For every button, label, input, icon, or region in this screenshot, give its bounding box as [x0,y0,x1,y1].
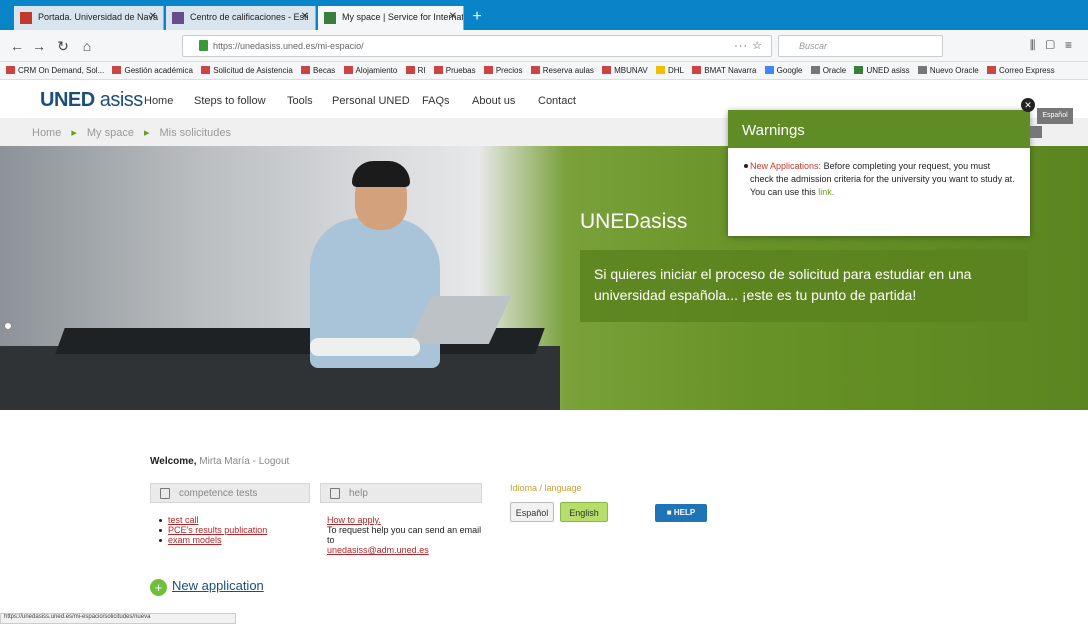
new-application-link[interactable]: + New application [150,578,264,596]
tab-title: Centro de calificaciones - Esti [190,12,309,22]
close-tab-icon[interactable]: ✕ [301,11,309,22]
bookmark-item[interactable]: MBUNAV [602,66,648,75]
papers-shape [310,338,420,356]
close-tab-icon[interactable]: ✕ [449,11,457,22]
favicon-icon [172,12,184,24]
help-header: help [320,483,482,503]
bookmark-item[interactable]: Correo Express [987,66,1055,75]
warnings-body: New Applications: Before completing your… [728,148,1030,199]
competence-tests-header: competence tests [150,483,310,503]
favicon-icon [324,12,336,24]
hero-title: UNEDasiss [580,210,688,233]
hero-floor [0,346,560,410]
browser-tab-my-space[interactable]: My space | Service for Internat ✕ [318,6,464,30]
browser-tab-calificaciones[interactable]: Centro de calificaciones - Esti ✕ [166,6,316,30]
new-tab-icon[interactable]: + [468,9,486,27]
competence-links: test call PCE's results publication exam… [158,515,267,545]
welcome-line: Welcome, Mirta María - Logout [150,456,289,467]
lang-english-button[interactable]: English [560,502,608,522]
bookmark-item[interactable]: Becas [301,66,335,75]
help-button-label: HELP [673,508,696,517]
bookmark-item[interactable]: UNED asiss [854,66,910,75]
tab-strip: Portada. Universidad de Nava ✕ Centro de… [0,0,1088,30]
bookmark-item[interactable]: Nuevo Oracle [917,66,979,75]
link-results[interactable]: PCE's results publication [158,525,267,535]
lang-espanol-button[interactable]: Español [510,502,554,522]
bookmark-item[interactable]: Alojamiento [343,66,397,75]
video-icon: ■ [666,508,674,517]
browser-tab-portada[interactable]: Portada. Universidad de Nava ✕ [14,6,164,30]
lock-icon [199,40,208,51]
help-title: help [349,488,368,499]
search-input[interactable]: Buscar [778,35,943,57]
forward-icon[interactable]: → [30,37,48,55]
link-test-call[interactable]: test call [158,515,267,525]
search-placeholder: Buscar [799,41,828,51]
student-hair [352,161,410,187]
help-content: How to apply. To request help you can se… [327,515,487,555]
document-icon [330,488,340,499]
user-name: Mirta María [199,456,250,467]
warning-highlight: New Applications: [750,161,822,171]
bookmark-item[interactable]: Oracle [810,66,846,75]
help-button[interactable]: ■ HELP [655,504,707,522]
language-tag[interactable]: Español [1037,108,1073,124]
warnings-popup: Warnings New Applications: Before comple… [728,110,1030,236]
home-icon[interactable]: ⌂ [78,37,96,55]
nav-about[interactable]: About us [472,95,515,107]
favicon-icon [20,12,32,24]
language-tag-icon [1030,126,1042,138]
how-to-apply-link[interactable]: How to apply. [327,515,487,525]
bookmark-item[interactable]: RI [405,66,426,75]
document-icon [160,488,170,499]
help-email-link[interactable]: unedasiss@adm.uned.es [327,545,487,555]
breadcrumb-current: Mis solicitudes [159,127,232,139]
back-icon[interactable]: ← [8,37,26,55]
bookmark-item[interactable]: Solicitud de Asistencia [201,66,293,75]
warnings-title: Warnings [728,110,1030,148]
reload-icon[interactable]: ↻ [54,37,72,55]
nav-contact[interactable]: Contact [538,95,576,107]
status-bar: https://unedasiss.uned.es/mi-espacio/sol… [0,613,236,624]
nav-faqs[interactable]: FAQs [422,95,450,107]
language-label: Idioma / language [510,483,582,493]
logout-link[interactable]: - Logout [253,456,290,467]
bookmark-item[interactable]: CRM On Demand, Sol... [6,66,104,75]
toolbar-icons[interactable]: ⫼▢≡ [1030,38,1082,53]
bookmark-item[interactable]: Gestión académica [112,66,193,75]
nav-home[interactable]: Home [144,95,173,107]
help-text: To request help you can send an email to [327,525,482,545]
page-actions-icon[interactable]: ··· ☆ [734,39,763,52]
bookmark-item[interactable]: Google [764,66,802,75]
nav-tools[interactable]: Tools [287,95,313,107]
plus-icon: + [150,579,167,596]
tab-title: Portada. Universidad de Nava [38,12,159,22]
url-text: https://unedasiss.uned.es/mi-espacio/ [213,41,364,51]
bookmarks-bar: CRM On Demand, Sol... Gestión académica … [0,62,1088,80]
new-application-label: New application [172,578,264,593]
breadcrumb-my-space[interactable]: My space [87,127,134,139]
bookmark-item[interactable]: DHL [656,66,684,75]
bookmark-item[interactable]: Reserva aulas [530,66,594,75]
browser-toolbar: ← → ↻ ⌂ https://unedasiss.uned.es/mi-esp… [0,30,1088,62]
link-exam-models[interactable]: exam models [158,535,267,545]
bookmark-item[interactable]: Pruebas [433,66,476,75]
bullet-icon [744,164,748,168]
welcome-label: Welcome, [150,456,197,467]
url-bar[interactable]: https://unedasiss.uned.es/mi-espacio/ ··… [182,35,772,57]
tab-title: My space | Service for Internat [342,12,464,22]
competence-title: competence tests [179,488,258,499]
warning-link[interactable]: link. [818,187,834,197]
bookmark-item[interactable]: BMAT Navarra [692,66,756,75]
site-logo[interactable]: UNED asiss [40,89,143,112]
slider-dot[interactable] [4,322,12,330]
close-tab-icon[interactable]: ✕ [149,11,157,22]
nav-personal-uned[interactable]: Personal UNED [332,95,410,107]
hero-text: Si quieres iniciar el proceso de solicit… [580,250,1028,322]
bookmark-item[interactable]: Precios [483,66,523,75]
close-icon[interactable]: ✕ [1021,98,1035,112]
breadcrumb-home[interactable]: Home [32,127,61,139]
nav-steps[interactable]: Steps to follow [194,95,266,107]
